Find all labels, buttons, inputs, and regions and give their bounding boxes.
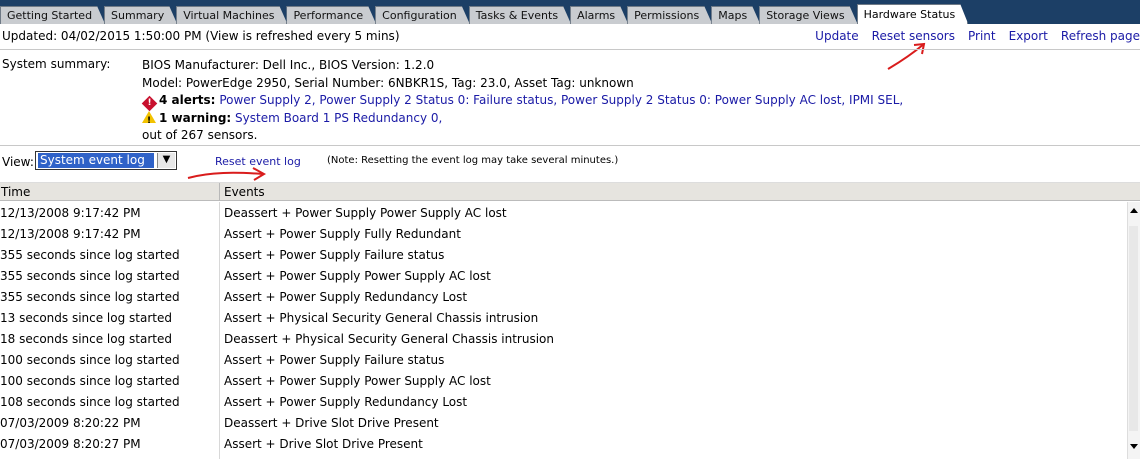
update-link[interactable]: Update bbox=[815, 29, 858, 43]
row-event: Deassert + Power Supply Power Supply AC … bbox=[224, 206, 507, 220]
header-actions: Update Reset sensors Print Export Refres… bbox=[802, 29, 1140, 43]
warning-count: 1 warning: bbox=[159, 110, 232, 125]
warning-line: ! 1 warning: System Board 1 PS Redundancy… bbox=[142, 110, 903, 128]
alerts-list[interactable]: Power Supply 2, Power Supply 2 Status 0:… bbox=[219, 93, 903, 107]
alerts-line: ! 4 alerts: Power Supply 2, Power Supply … bbox=[141, 92, 903, 112]
tab-alarms[interactable]: Alarms bbox=[570, 6, 628, 24]
row-time: 13 seconds since log started bbox=[0, 311, 172, 325]
divider bbox=[0, 49, 1140, 50]
row-time: 07/03/2009 8:20:22 PM bbox=[0, 416, 141, 430]
view-select[interactable]: System event log ▼ bbox=[35, 151, 177, 170]
chevron-down-icon[interactable]: ▼ bbox=[157, 153, 175, 168]
table-row[interactable]: 07/03/2009 8:20:27 PM Assert + Drive Slot… bbox=[0, 433, 1128, 454]
alerts-count: 4 alerts: bbox=[159, 93, 216, 107]
row-time: 12/13/2008 9:17:42 PM bbox=[0, 227, 141, 241]
row-event: Assert + Power Supply Failure status bbox=[224, 248, 445, 262]
updated-status: Updated: 04/02/2015 1:50:00 PM (View is … bbox=[2, 29, 400, 43]
table-row[interactable]: 07/03/2009 8:20:22 PM Deassert + Drive Sl… bbox=[0, 412, 1128, 433]
alert-diamond-icon: ! bbox=[141, 95, 158, 112]
annotation-arrow bbox=[187, 167, 267, 181]
table-row[interactable]: 12/13/2008 9:17:42 PM Assert + Power Supp… bbox=[0, 223, 1128, 244]
table-row[interactable]: 12/13/2008 9:17:42 PM Deassert + Power Su… bbox=[0, 202, 1128, 223]
column-divider[interactable] bbox=[219, 183, 220, 201]
row-event: Assert + Power Supply Redundancy Lost bbox=[224, 290, 468, 304]
system-summary-label: System summary: bbox=[2, 57, 111, 71]
table-row[interactable]: 100 seconds since log started Assert + Po… bbox=[0, 370, 1128, 391]
row-time: 100 seconds since log started bbox=[0, 374, 180, 388]
tab-getting-started[interactable]: Getting Started bbox=[0, 6, 105, 24]
table-row[interactable]: 355 seconds since log started Assert + Po… bbox=[0, 286, 1128, 307]
divider bbox=[0, 145, 1140, 146]
row-time: 07/03/2009 8:20:27 PM bbox=[0, 437, 141, 451]
tab-permissions[interactable]: Permissions bbox=[627, 6, 712, 24]
sensors-total: out of 267 sensors. bbox=[142, 128, 258, 142]
table-header: Time Events bbox=[0, 182, 1140, 201]
tab-configuration[interactable]: Configuration bbox=[375, 6, 470, 24]
tab-virtual-machines[interactable]: Virtual Machines bbox=[176, 6, 287, 24]
row-event: Assert + Power Supply Redundancy Lost bbox=[224, 395, 468, 409]
tab-hardware-status[interactable]: Hardware Status bbox=[857, 4, 969, 24]
column-header-events[interactable]: Events bbox=[224, 185, 265, 199]
vertical-scrollbar[interactable] bbox=[1127, 202, 1140, 459]
bios-info: BIOS Manufacturer: Dell Inc., BIOS Versi… bbox=[142, 58, 435, 72]
row-time: 18 seconds since log started bbox=[0, 332, 172, 346]
export-link[interactable]: Export bbox=[1009, 29, 1048, 43]
table-row[interactable]: 355 seconds since log started Assert + Po… bbox=[0, 265, 1128, 286]
row-time: 355 seconds since log started bbox=[0, 248, 180, 262]
row-time: 100 seconds since log started bbox=[0, 353, 180, 367]
row-event: Deassert + Physical Security General Cha… bbox=[224, 332, 554, 346]
scroll-up-icon[interactable] bbox=[1130, 208, 1138, 213]
row-time: 108 seconds since log started bbox=[0, 395, 180, 409]
tab-bar: Getting Started Summary Virtual Machines… bbox=[0, 0, 1140, 24]
tab-performance[interactable]: Performance bbox=[286, 6, 376, 24]
reset-note: (Note: Resetting the event log may take … bbox=[327, 155, 619, 166]
table-row[interactable]: 13 seconds since log started Assert + Phy… bbox=[0, 307, 1128, 328]
scrollbar-thumb[interactable] bbox=[1129, 226, 1138, 431]
row-event: Assert + Physical Security General Chass… bbox=[224, 311, 539, 325]
view-select-value: System event log bbox=[38, 153, 154, 168]
row-event: Assert + Power Supply Fully Redundant bbox=[224, 227, 461, 241]
row-time: 355 seconds since log started bbox=[0, 290, 180, 304]
system-summary: BIOS Manufacturer: Dell Inc., BIOS Versi… bbox=[141, 57, 903, 145]
column-header-time[interactable]: Time bbox=[1, 185, 30, 199]
refresh-page-link[interactable]: Refresh page bbox=[1061, 29, 1140, 43]
table-row[interactable]: 100 seconds since log started Assert + Po… bbox=[0, 349, 1128, 370]
tab-list: Getting Started Summary Virtual Machines… bbox=[0, 5, 967, 24]
tab-summary[interactable]: Summary bbox=[104, 6, 177, 24]
table-row[interactable]: 108 seconds since log started Assert + Po… bbox=[0, 391, 1128, 412]
row-event: Assert + Power Supply Failure status bbox=[224, 353, 445, 367]
table-row[interactable]: 355 seconds since log started Assert + Po… bbox=[0, 244, 1128, 265]
tab-storage-views[interactable]: Storage Views bbox=[759, 6, 857, 24]
tab-tasks-events[interactable]: Tasks & Events bbox=[469, 6, 571, 24]
row-event: Assert + Power Supply Power Supply AC lo… bbox=[224, 269, 491, 283]
print-link[interactable]: Print bbox=[968, 29, 996, 43]
warning-triangle-icon: ! bbox=[142, 110, 156, 126]
row-event: Assert + Power Supply Power Supply AC lo… bbox=[224, 374, 491, 388]
model-info: Model: PowerEdge 2950, Serial Number: 6N… bbox=[142, 75, 634, 90]
row-event: Deassert + Drive Slot Drive Present bbox=[224, 416, 439, 430]
row-event: Assert + Drive Slot Drive Present bbox=[224, 437, 423, 451]
row-time: 355 seconds since log started bbox=[0, 269, 180, 283]
row-time: 12/13/2008 9:17:42 PM bbox=[0, 206, 141, 220]
view-label: View: bbox=[2, 155, 34, 169]
event-log-table: 12/13/2008 9:17:42 PM Deassert + Power Su… bbox=[0, 202, 1128, 454]
warning-list[interactable]: System Board 1 PS Redundancy 0, bbox=[235, 111, 442, 125]
scroll-down-icon[interactable] bbox=[1130, 444, 1138, 449]
tab-maps[interactable]: Maps bbox=[711, 6, 760, 24]
table-row[interactable]: 18 seconds since log started Deassert + P… bbox=[0, 328, 1128, 349]
